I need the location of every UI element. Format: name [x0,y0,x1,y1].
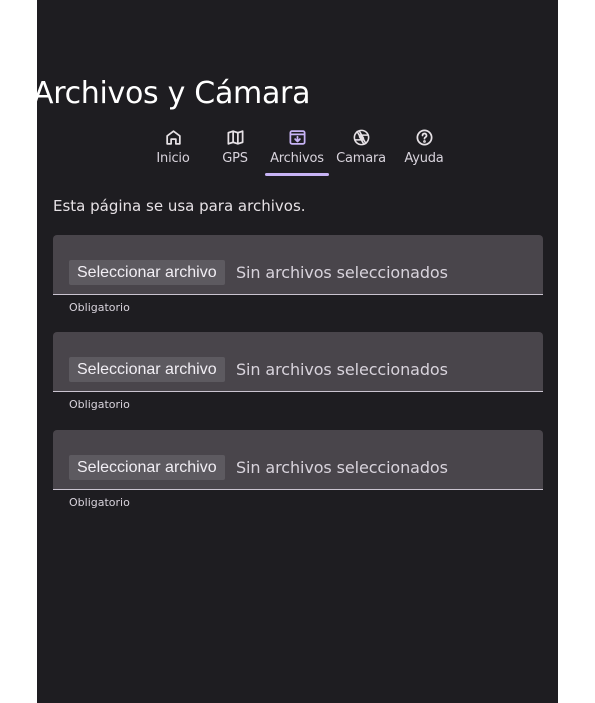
intro-text: Esta página se usa para archivos. [53,197,306,215]
tab-inicio[interactable]: Inicio [155,128,191,166]
page-title: Archivos y Cámara [33,76,311,111]
home-icon [165,130,181,145]
tab-label: Archivos [270,151,324,166]
map-icon [227,130,243,145]
required-helper-text: Obligatorio [69,398,130,411]
file-field: Seleccionar archivo Sin archivos selecci… [53,430,543,509]
file-status-text: Sin archivos seleccionados [236,458,448,477]
file-input-box[interactable]: Seleccionar archivo Sin archivos selecci… [53,332,543,392]
file-status-text: Sin archivos seleccionados [236,263,448,282]
choose-file-button[interactable]: Seleccionar archivo [69,455,225,480]
file-input-box[interactable]: Seleccionar archivo Sin archivos selecci… [53,430,543,490]
tab-archivos[interactable]: Archivos [265,128,329,166]
tab-label: GPS [222,151,248,166]
camera-aperture-icon [353,129,369,146]
tab-camara[interactable]: Camara [335,128,387,166]
app-surface: Archivos y Cámara Inicio GPS Archivos Ca… [33,0,558,703]
tab-label: Inicio [156,151,190,166]
help-circle-icon [416,129,432,146]
choose-file-button[interactable]: Seleccionar archivo [69,260,225,285]
tab-gps[interactable]: GPS [217,128,253,166]
required-helper-text: Obligatorio [69,496,130,509]
required-helper-text: Obligatorio [69,301,130,314]
file-status-text: Sin archivos seleccionados [236,360,448,379]
choose-file-button[interactable]: Seleccionar archivo [69,357,225,382]
file-field: Seleccionar archivo Sin archivos selecci… [53,332,543,411]
tab-ayuda[interactable]: Ayuda [402,128,446,166]
file-input-box[interactable]: Seleccionar archivo Sin archivos selecci… [53,235,543,295]
file-field: Seleccionar archivo Sin archivos selecci… [53,235,543,314]
tab-bar: Inicio GPS Archivos Camara Ayuda [37,128,558,178]
tab-label: Ayuda [404,151,444,166]
tab-label: Camara [336,151,386,166]
active-tab-indicator [265,173,329,176]
archive-download-icon [289,130,305,145]
